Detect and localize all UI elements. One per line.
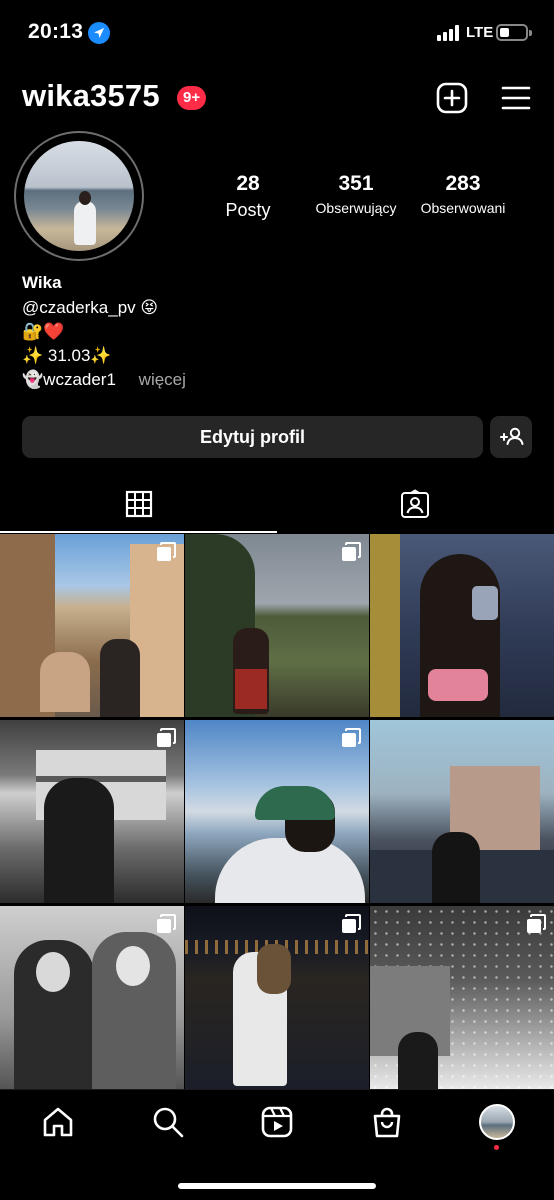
bio-line-emoji: 🔐❤️ (22, 322, 65, 341)
bio-more-link[interactable]: więcej (139, 370, 186, 389)
tab-tagged[interactable] (277, 478, 554, 532)
multi-photo-icon (342, 542, 361, 561)
bio-snapchat-text: 👻wczader1 (22, 370, 116, 389)
multi-photo-icon (157, 914, 176, 933)
multi-photo-icon (157, 728, 176, 747)
network-label: LTE (466, 24, 494, 41)
hamburger-menu-icon[interactable] (501, 82, 533, 114)
tab-grid[interactable] (0, 478, 277, 532)
post-thumbnail[interactable] (185, 720, 369, 903)
stat-posts-label: Posty (225, 200, 271, 220)
post-thumbnail[interactable] (0, 720, 184, 903)
profile-avatar[interactable] (14, 131, 144, 261)
post-thumbnail[interactable] (185, 534, 369, 717)
plus-square-icon[interactable] (436, 82, 468, 114)
tagged-person-icon (401, 489, 429, 518)
bio-name: Wika (22, 273, 62, 292)
discover-people-button[interactable] (490, 416, 532, 458)
post-thumbnail[interactable] (370, 906, 554, 1089)
bio-line-handle[interactable]: @czaderka_pv 😝 (22, 298, 158, 318)
add-person-icon (500, 427, 524, 445)
stat-following[interactable]: 283 Obserwowani (412, 172, 514, 216)
post-thumbnail[interactable] (0, 906, 184, 1089)
stat-following-label: Obserwowani (420, 200, 506, 216)
multi-photo-icon (342, 914, 361, 933)
bio-line-snap: 👻wczader1 więcej (22, 370, 186, 390)
notification-dot (494, 1145, 499, 1150)
home-icon[interactable] (41, 1105, 75, 1139)
post-thumbnail[interactable] (370, 720, 554, 903)
stat-posts-value: 28 (236, 172, 260, 195)
nav-profile-avatar[interactable] (479, 1104, 515, 1140)
post-thumbnail[interactable] (370, 534, 554, 717)
stat-followers-value: 351 (338, 172, 374, 195)
stat-posts[interactable]: 28 Posty (215, 172, 281, 221)
posts-grid (0, 534, 554, 1089)
location-icon (88, 22, 110, 44)
reels-icon[interactable] (260, 1105, 294, 1139)
tab-active-indicator (0, 531, 277, 533)
status-bar: 20:13 LTE (0, 0, 554, 66)
home-indicator[interactable] (178, 1183, 376, 1189)
notification-badge[interactable]: 9+ (177, 86, 207, 110)
search-icon[interactable] (151, 1105, 185, 1139)
profile-username[interactable]: wika3575 (22, 78, 160, 114)
post-thumbnail[interactable] (0, 534, 184, 717)
stat-followers-label: Obserwujący (315, 200, 397, 216)
grid-icon (125, 490, 153, 518)
battery-icon (496, 24, 532, 41)
stat-followers[interactable]: 351 Obserwujący (303, 172, 409, 216)
multi-photo-icon (157, 542, 176, 561)
status-time: 20:13 (28, 20, 84, 43)
stat-following-value: 283 (445, 172, 481, 195)
shop-bag-icon[interactable] (370, 1105, 404, 1139)
bio-line-date: ✨ 31.03✨ (22, 346, 112, 365)
post-thumbnail[interactable] (185, 906, 369, 1089)
multi-photo-icon (527, 914, 546, 933)
edit-profile-button[interactable]: Edytuj profil (22, 416, 483, 458)
multi-photo-icon (342, 728, 361, 747)
